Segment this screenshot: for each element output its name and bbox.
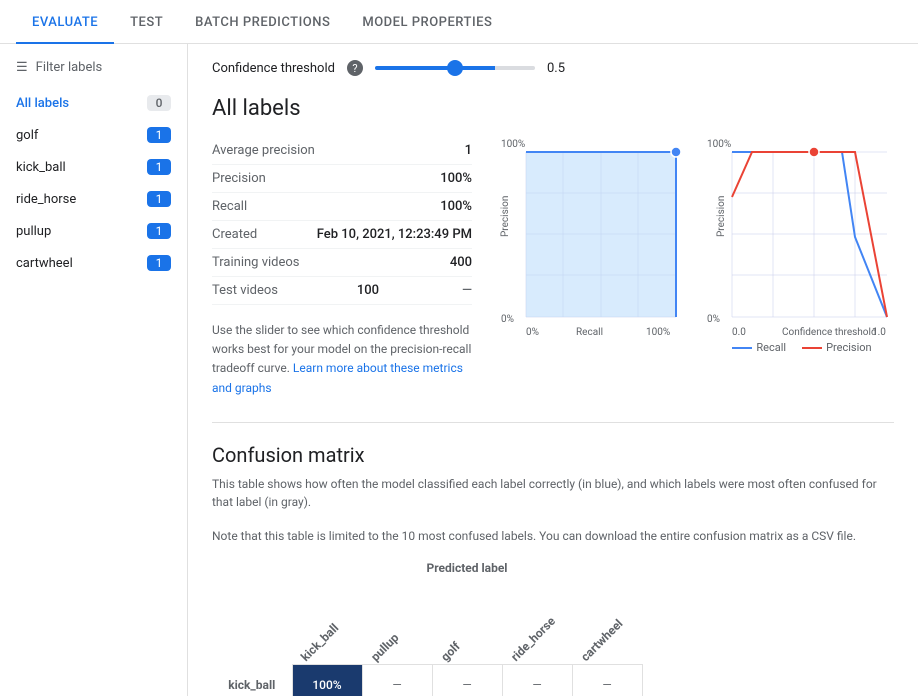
sidebar-item-pullup[interactable]: pullup 1 <box>0 215 187 247</box>
chart-legend: Recall Precision <box>732 341 871 354</box>
svg-text:0%: 0% <box>501 314 514 325</box>
confusion-title: Confusion matrix <box>212 443 894 467</box>
sidebar-label: kick_ball <box>16 160 66 175</box>
top-nav: EVALUATE TEST BATCH PREDICTIONS MODEL PR… <box>0 0 918 44</box>
pr-chart-svg: 100% 0% Precision 0% 100% Recall <box>496 137 686 337</box>
section-divider <box>212 422 894 423</box>
sidebar-item-kick-ball[interactable]: kick_ball 1 <box>0 151 187 183</box>
charts-area: 100% 0% Precision 0% 100% Recall <box>496 137 902 354</box>
svg-text:100%: 100% <box>707 139 731 150</box>
tab-evaluate[interactable]: EVALUATE <box>16 3 114 44</box>
precision-line <box>802 347 822 349</box>
confusion-table: Predicted label kick_ball pullup gol <box>212 561 643 696</box>
svg-text:0%: 0% <box>707 314 720 325</box>
metric-recall: Recall 100% <box>212 193 472 221</box>
recall-line <box>732 347 752 349</box>
sidebar-badge: 0 <box>147 95 171 111</box>
precision-legend: Precision <box>802 341 872 354</box>
metric-avg-precision: Average precision 1 <box>212 137 472 165</box>
hint-text: Use the slider to see which confidence t… <box>212 321 472 398</box>
svg-text:Recall: Recall <box>576 327 603 337</box>
confusion-desc-line1: This table shows how often the model cla… <box>212 475 894 511</box>
metric-created: Created Feb 10, 2021, 12:23:49 PM <box>212 221 472 249</box>
precision-recall-chart: 100% 0% Precision 0% 100% Recall <box>496 137 686 354</box>
tab-model-properties[interactable]: MODEL PROPERTIES <box>346 3 508 44</box>
sidebar-badge: 1 <box>147 191 171 207</box>
corner-spacer <box>212 575 292 665</box>
svg-text:100%: 100% <box>646 327 670 337</box>
conf-cell-0-3: — <box>502 665 572 696</box>
main-content: Confidence threshold ? 0.5 All labels Av… <box>188 44 918 696</box>
svg-text:Confidence threshold: Confidence threshold <box>782 326 877 337</box>
help-icon[interactable]: ? <box>347 60 363 76</box>
sidebar-badge: 1 <box>147 223 171 239</box>
threshold-value: 0.5 <box>547 61 577 76</box>
metric-precision: Precision 100% <box>212 165 472 193</box>
sidebar-badge: 1 <box>147 159 171 175</box>
svg-text:0.0: 0.0 <box>732 327 746 337</box>
recall-legend: Recall <box>732 341 786 354</box>
filter-labels-button[interactable]: ☰ Filter labels <box>0 56 187 87</box>
confusion-matrix-section: Confusion matrix This table shows how of… <box>212 443 894 696</box>
confusion-desc-line2: Note that this table is limited to the 1… <box>212 527 894 545</box>
sidebar-item-golf[interactable]: golf 1 <box>0 119 187 151</box>
metrics-table: Average precision 1 Precision 100% Recal… <box>212 137 472 398</box>
col-header-cartwheel: cartwheel <box>572 575 642 665</box>
metric-training-videos: Training videos 400 <box>212 249 472 277</box>
confidence-chart: 100% 0% Precision 0.0 1.0 Confidence thr… <box>702 137 902 354</box>
metrics-charts-row: Average precision 1 Precision 100% Recal… <box>212 137 894 398</box>
menu-icon: ☰ <box>16 60 28 75</box>
confusion-table-wrap: Predicted label kick_ball pullup gol <box>212 561 894 696</box>
sidebar-item-ride-horse[interactable]: ride_horse 1 <box>0 183 187 215</box>
conf-cell-0-2: — <box>432 665 502 696</box>
conf-cell-0-0: 100% <box>292 665 362 696</box>
sidebar-label: cartwheel <box>16 256 73 271</box>
filter-label: Filter labels <box>36 60 103 75</box>
threshold-row: Confidence threshold ? 0.5 <box>212 60 894 76</box>
sidebar-item-cartwheel[interactable]: cartwheel 1 <box>0 247 187 279</box>
sidebar-label: golf <box>16 128 38 143</box>
tab-test[interactable]: TEST <box>114 3 179 44</box>
sidebar-badge: 1 <box>147 255 171 271</box>
sidebar-label: pullup <box>16 224 51 239</box>
sidebar-label: All labels <box>16 96 69 111</box>
conf-cell-0-4: — <box>572 665 642 696</box>
col-header-kick-ball: kick_ball <box>292 575 362 665</box>
conf-cell-0-1: — <box>362 665 432 696</box>
threshold-label: Confidence threshold <box>212 61 335 76</box>
sidebar-label: ride_horse <box>16 192 76 207</box>
conf-chart-svg: 100% 0% Precision 0.0 1.0 Confidence thr… <box>702 137 902 337</box>
corner-cell <box>212 561 292 575</box>
tab-batch-predictions[interactable]: BATCH PREDICTIONS <box>179 3 346 44</box>
true-label-kick_ball: kick_ball <box>212 665 292 696</box>
svg-text:100%: 100% <box>501 139 525 150</box>
sidebar: ☰ Filter labels All labels 0 golf 1 kick… <box>0 44 188 696</box>
col-header-ride-horse: ride_horse <box>502 575 572 665</box>
svg-text:0%: 0% <box>526 327 539 337</box>
threshold-slider[interactable] <box>375 66 535 70</box>
main-layout: ☰ Filter labels All labels 0 golf 1 kick… <box>0 44 918 696</box>
sidebar-item-all-labels[interactable]: All labels 0 <box>0 87 187 119</box>
col-header-golf: golf <box>432 575 502 665</box>
sidebar-badge: 1 <box>147 127 171 143</box>
svg-text:Precision: Precision <box>500 196 511 237</box>
metric-test-videos: Test videos 100 — <box>212 277 472 305</box>
section-title: All labels <box>212 96 894 121</box>
col-header-pullup: pullup <box>362 575 432 665</box>
predicted-label-header: Predicted label <box>292 561 642 575</box>
svg-text:Precision: Precision <box>716 196 727 237</box>
